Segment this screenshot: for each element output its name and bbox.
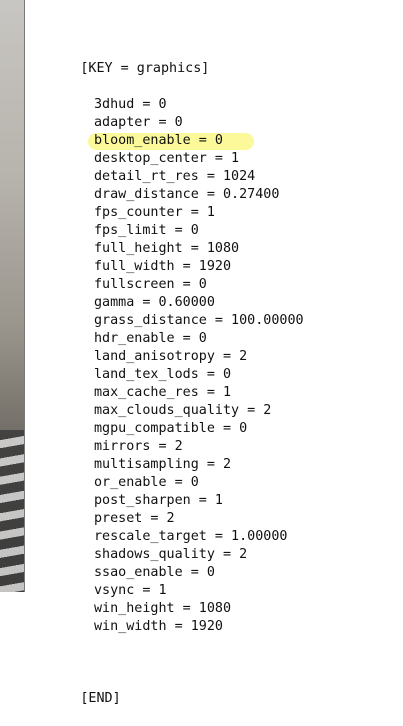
config-line: fullscreen = 0 bbox=[32, 276, 304, 294]
config-line: desktop_center = 1 bbox=[32, 150, 304, 168]
config-line: 3dhud = 0 bbox=[32, 96, 304, 114]
config-line: preset = 2 bbox=[32, 510, 304, 528]
config-line: max_cache_res = 1 bbox=[32, 384, 304, 402]
config-line: fps_limit = 0 bbox=[32, 222, 304, 240]
config-line: adapter = 0 bbox=[32, 114, 304, 132]
config-line: land_anisotropy = 2 bbox=[32, 348, 304, 366]
config-line: gamma = 0.60000 bbox=[32, 294, 304, 312]
config-line: bloom_enable = 0 bbox=[32, 132, 304, 150]
config-line-text: max_cache_res = 1 bbox=[94, 385, 232, 400]
config-line-text: fullscreen = 0 bbox=[94, 277, 207, 292]
config-line-text: grass_distance = 100.00000 bbox=[94, 313, 304, 328]
config-line: win_height = 1080 bbox=[32, 600, 304, 618]
config-line: full_width = 1920 bbox=[32, 258, 304, 276]
config-line-text: full_width = 1920 bbox=[94, 259, 232, 274]
config-line-text: bloom_enable = 0 bbox=[94, 133, 223, 148]
text-editor-window[interactable]: [KEY = graphics] 3dhud = 0 adapter = 0 blo… bbox=[24, 0, 403, 706]
section-header-line: [KEY = graphics] bbox=[32, 42, 304, 76]
config-line-text: multisampling = 2 bbox=[94, 457, 232, 472]
config-line: fps_counter = 1 bbox=[32, 204, 304, 222]
config-line: vsync = 1 bbox=[32, 582, 304, 600]
config-line: hdr_enable = 0 bbox=[32, 330, 304, 348]
config-line-text: detail_rt_res = 1024 bbox=[94, 169, 256, 184]
config-line: full_height = 1080 bbox=[32, 240, 304, 258]
config-line: land_tex_lods = 0 bbox=[32, 366, 304, 384]
config-line-text: win_height = 1080 bbox=[94, 601, 232, 616]
config-line-text: land_anisotropy = 2 bbox=[94, 349, 248, 364]
config-line-text: win_width = 1920 bbox=[94, 619, 223, 634]
config-line-text: post_sharpen = 1 bbox=[94, 493, 223, 508]
config-line: grass_distance = 100.00000 bbox=[32, 312, 304, 330]
config-line-text: fps_limit = 0 bbox=[94, 223, 199, 238]
config-line: rescale_target = 1.00000 bbox=[32, 528, 304, 546]
config-line: mirrors = 2 bbox=[32, 438, 304, 456]
config-line-text: full_height = 1080 bbox=[94, 241, 240, 256]
config-line-text: max_clouds_quality = 2 bbox=[94, 403, 272, 418]
config-line-text: land_tex_lods = 0 bbox=[94, 367, 232, 382]
config-line: post_sharpen = 1 bbox=[32, 492, 304, 510]
config-line-text: mirrors = 2 bbox=[94, 439, 183, 454]
config-line-text: adapter = 0 bbox=[94, 115, 183, 130]
config-line: or_enable = 0 bbox=[32, 474, 304, 492]
config-line: ssao_enable = 0 bbox=[32, 564, 304, 582]
config-line-text: gamma = 0.60000 bbox=[94, 295, 215, 310]
config-line: draw_distance = 0.27400 bbox=[32, 186, 304, 204]
config-line-text: 3dhud = 0 bbox=[94, 97, 167, 112]
config-line-text: mgpu_compatible = 0 bbox=[94, 421, 248, 436]
config-line: multisampling = 2 bbox=[32, 456, 304, 474]
config-line-text: hdr_enable = 0 bbox=[94, 331, 207, 346]
config-line: win_width = 1920 bbox=[32, 618, 304, 636]
config-line-text: preset = 2 bbox=[94, 511, 175, 526]
config-line-text: shadows_quality = 2 bbox=[94, 547, 248, 562]
config-line-text: desktop_center = 1 bbox=[94, 151, 240, 166]
background-striped-object bbox=[0, 430, 26, 592]
settings-list: 3dhud = 0 adapter = 0 bloom_enable = 0 desk… bbox=[32, 96, 304, 636]
section-footer: [END] bbox=[80, 691, 121, 706]
config-line-text: or_enable = 0 bbox=[94, 475, 199, 490]
config-line-text: ssao_enable = 0 bbox=[94, 565, 215, 580]
section-footer-line: [END] bbox=[32, 672, 304, 706]
config-line-text: rescale_target = 1.00000 bbox=[94, 529, 288, 544]
config-line-text: fps_counter = 1 bbox=[94, 205, 215, 220]
config-line: max_clouds_quality = 2 bbox=[32, 402, 304, 420]
config-line-text: vsync = 1 bbox=[94, 583, 167, 598]
config-line: detail_rt_res = 1024 bbox=[32, 168, 304, 186]
config-line: mgpu_compatible = 0 bbox=[32, 420, 304, 438]
config-line: shadows_quality = 2 bbox=[32, 546, 304, 564]
config-text-area[interactable]: [KEY = graphics] 3dhud = 0 adapter = 0 blo… bbox=[32, 6, 304, 726]
section-header: [KEY = graphics] bbox=[80, 61, 210, 76]
config-line-text: draw_distance = 0.27400 bbox=[94, 187, 280, 202]
